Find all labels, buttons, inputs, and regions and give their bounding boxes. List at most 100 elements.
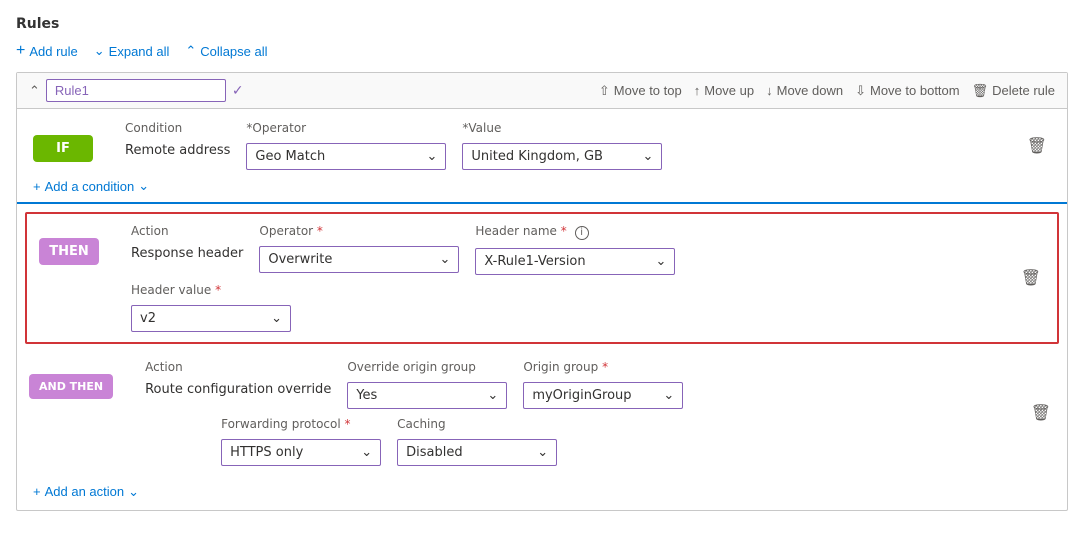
chevron-down-icon: ⌄ — [128, 484, 139, 500]
plus-icon: + — [33, 484, 41, 499]
move-down-button[interactable]: ↓ Move down — [766, 83, 843, 98]
andthen-override-label: Override origin group — [347, 360, 507, 374]
andthen-action-field: Action Route configuration override — [145, 360, 331, 397]
operator-label: *Operator — [246, 121, 446, 135]
collapse-all-button[interactable]: ⌃ Collapse all — [185, 43, 267, 59]
collapse-rule-button[interactable]: ⌃ — [29, 83, 40, 99]
plus-icon: + — [16, 42, 25, 60]
andthen-caching-dropdown[interactable]: Disabled ⌄ — [397, 439, 557, 466]
chevron-down-icon: ⌄ — [439, 252, 450, 267]
trash-icon: 🗑 — [972, 83, 989, 99]
move-down-label: Move down — [777, 83, 843, 98]
expand-all-button[interactable]: ⌄ Expand all — [94, 43, 170, 59]
page-title: Rules — [16, 16, 1068, 32]
add-rule-label: Add rule — [29, 44, 77, 59]
expand-label: Expand all — [109, 44, 170, 59]
delete-then-button[interactable]: 🗑 — [1017, 264, 1045, 292]
condition-field: Condition Remote address — [125, 121, 230, 158]
delete-condition-button[interactable]: 🗑 — [1023, 132, 1051, 160]
add-condition-label: Add a condition — [45, 179, 135, 194]
move-to-top-icon: ⇧ — [599, 83, 610, 99]
check-icon: ✓ — [232, 83, 244, 99]
then-section: THEN Action Response header Operator * O… — [25, 212, 1059, 344]
move-up-button[interactable]: ↑ Move up — [694, 83, 754, 98]
move-to-bottom-icon: ⇩ — [855, 83, 866, 99]
value-dropdown[interactable]: United Kingdom, GB ⌄ — [462, 143, 662, 170]
andthen-origin-value: myOriginGroup — [532, 388, 631, 403]
then-section-wrapper: THEN Action Response header Operator * O… — [17, 202, 1067, 348]
if-section: IF Condition Remote address *Operator — [17, 109, 1067, 202]
move-to-top-label: Move to top — [614, 83, 682, 98]
rule-header-left: ⌃ ✓ — [29, 79, 591, 102]
then-operator-field: Operator * Overwrite ⌄ — [259, 224, 459, 273]
add-condition-button[interactable]: + Add a condition ⌄ — [33, 170, 149, 198]
chevron-down-icon: ⌄ — [663, 388, 674, 403]
move-up-icon: ↑ — [694, 83, 701, 98]
info-icon: i — [575, 226, 589, 240]
delete-andthen-button[interactable]: 🗑 — [1027, 399, 1055, 427]
then-operator-label: Operator * — [259, 224, 459, 238]
chevron-up-icon: ⌃ — [185, 43, 196, 59]
chevron-up-icon: ⌃ — [29, 83, 40, 99]
then-headervalue-value: v2 — [140, 311, 156, 326]
chevron-down-icon: ⌄ — [487, 388, 498, 403]
rule-header: ⌃ ✓ ⇧ Move to top ↑ Move up ↓ Move down … — [17, 73, 1067, 109]
chevron-down-icon: ⌄ — [426, 149, 437, 164]
andthen-override-dropdown[interactable]: Yes ⌄ — [347, 382, 507, 409]
then-action-value: Response header — [131, 246, 243, 261]
value-value: United Kingdom, GB — [471, 149, 603, 164]
andthen-fields-row2: Forwarding protocol * HTTPS only ⌄ Cachi… — [145, 417, 1003, 466]
rule-name-input[interactable] — [46, 79, 226, 102]
then-operator-value: Overwrite — [268, 252, 332, 267]
andthen-override-value: Yes — [356, 388, 377, 403]
andthen-badge: AND THEN — [29, 374, 113, 399]
then-fields-row1: Action Response header Operator * Overwr… — [131, 224, 993, 275]
andthen-caching-value: Disabled — [406, 445, 462, 460]
condition-label: Condition — [125, 121, 230, 135]
delete-rule-label: Delete rule — [992, 83, 1055, 98]
andthen-forwarding-value: HTTPS only — [230, 445, 303, 460]
then-operator-dropdown[interactable]: Overwrite ⌄ — [259, 246, 459, 273]
move-to-bottom-button[interactable]: ⇩ Move to bottom — [855, 83, 960, 99]
then-fields-row2: Header value * v2 ⌄ — [131, 283, 993, 332]
chevron-down-icon: ⌄ — [655, 254, 666, 269]
andthen-section: AND THEN Action Route configuration over… — [25, 356, 1059, 470]
andthen-section-wrapper: AND THEN Action Route configuration over… — [17, 348, 1067, 474]
chevron-down-icon: ⌄ — [138, 178, 149, 194]
add-rule-button[interactable]: + Add rule — [16, 42, 78, 60]
delete-rule-button[interactable]: 🗑 Delete rule — [972, 83, 1055, 99]
then-fields-wrapper: Action Response header Operator * Overwr… — [131, 224, 993, 332]
then-headername-value: X-Rule1-Version — [484, 254, 585, 269]
andthen-origin-field: Origin group * myOriginGroup ⌄ — [523, 360, 683, 409]
andthen-action-label: Action — [145, 360, 331, 374]
then-headername-label: Header name * i — [475, 224, 675, 240]
condition-value: Remote address — [125, 143, 230, 158]
if-fields: Condition Remote address *Operator Geo M… — [125, 121, 999, 170]
chevron-down-icon: ⌄ — [94, 43, 105, 59]
then-headervalue-dropdown[interactable]: v2 ⌄ — [131, 305, 291, 332]
condition-inner: IF Condition Remote address *Operator — [17, 109, 1067, 202]
operator-value: Geo Match — [255, 149, 325, 164]
andthen-forwarding-dropdown[interactable]: HTTPS only ⌄ — [221, 439, 381, 466]
then-headervalue-label: Header value * — [131, 283, 291, 297]
operator-field: *Operator Geo Match ⌄ — [246, 121, 446, 170]
plus-icon: + — [33, 179, 41, 194]
then-headervalue-field: Header value * v2 ⌄ — [131, 283, 291, 332]
then-action-label: Action — [131, 224, 243, 238]
value-label: *Value — [462, 121, 662, 135]
add-action-button[interactable]: + Add an action ⌄ — [33, 484, 139, 500]
andthen-caching-field: Caching Disabled ⌄ — [397, 417, 557, 466]
then-headername-field: Header name * i X-Rule1-Version ⌄ — [475, 224, 675, 275]
move-to-bottom-label: Move to bottom — [870, 83, 960, 98]
add-action-row: + Add an action ⌄ — [17, 474, 1067, 510]
add-action-label: Add an action — [45, 484, 125, 499]
then-headername-dropdown[interactable]: X-Rule1-Version ⌄ — [475, 248, 675, 275]
operator-dropdown[interactable]: Geo Match ⌄ — [246, 143, 446, 170]
toolbar: + Add rule ⌄ Expand all ⌃ Collapse all — [16, 42, 1068, 60]
move-to-top-button[interactable]: ⇧ Move to top — [599, 83, 682, 99]
andthen-origin-dropdown[interactable]: myOriginGroup ⌄ — [523, 382, 683, 409]
chevron-down-icon: ⌄ — [271, 311, 282, 326]
andthen-forwarding-field: Forwarding protocol * HTTPS only ⌄ — [221, 417, 381, 466]
chevron-down-icon: ⌄ — [537, 445, 548, 460]
move-up-label: Move up — [704, 83, 754, 98]
